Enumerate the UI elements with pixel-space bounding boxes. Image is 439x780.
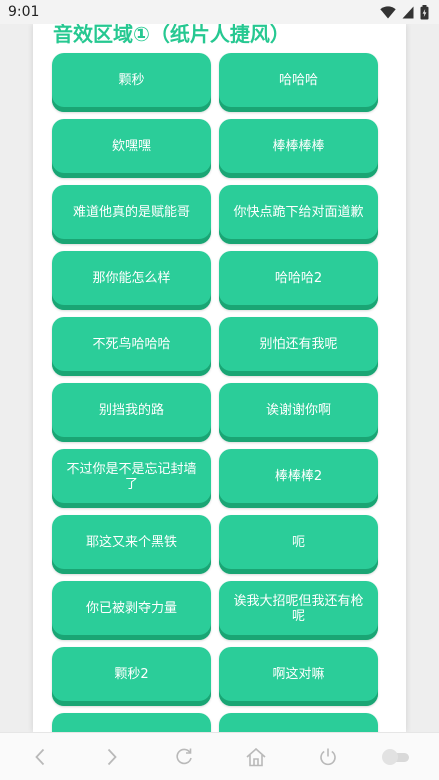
refresh-icon xyxy=(176,748,192,765)
sound-button[interactable]: 颗秒 xyxy=(52,53,211,112)
sound-button[interactable]: 不过你是不是忘记封墙了 xyxy=(52,449,211,508)
sound-button[interactable]: 诶我大招呢但我还有枪呢 xyxy=(219,581,378,640)
sound-button[interactable]: 棒棒棒棒 xyxy=(219,119,378,178)
home-icon xyxy=(246,747,266,767)
sound-button[interactable]: 别挡我的路 xyxy=(52,383,211,442)
sound-button[interactable]: 哈哈哈2 xyxy=(219,251,378,310)
status-bar: 9:01 xyxy=(0,0,439,24)
sound-button[interactable]: 你快点跪下给对面道歉 xyxy=(219,185,378,244)
home-button[interactable] xyxy=(243,745,269,769)
sound-button[interactable]: 不死鸟哈哈哈 xyxy=(52,317,211,376)
forward-button[interactable] xyxy=(99,745,125,769)
browser-nav-bar xyxy=(0,732,439,780)
forward-icon xyxy=(107,748,117,766)
power-icon xyxy=(320,748,336,766)
sound-button[interactable]: 啊这对嘛 xyxy=(219,647,378,706)
sound-button[interactable] xyxy=(52,713,211,732)
sound-button[interactable]: 你已被剥夺力量 xyxy=(52,581,211,640)
sound-button[interactable]: 哈哈哈 xyxy=(219,53,378,112)
sound-button[interactable] xyxy=(219,713,378,732)
sound-button[interactable]: 耶这又来个黑铁 xyxy=(52,515,211,574)
toggle-switch[interactable] xyxy=(380,745,412,769)
sound-button[interactable]: 别怕还有我呢 xyxy=(219,317,378,376)
sound-button[interactable]: 那你能怎么样 xyxy=(52,251,211,310)
status-time: 9:01 xyxy=(8,4,40,20)
status-icons xyxy=(380,4,429,20)
sound-button[interactable]: 呃 xyxy=(219,515,378,574)
signal-icon xyxy=(402,6,414,18)
back-button[interactable] xyxy=(27,745,53,769)
power-button[interactable] xyxy=(315,745,341,769)
section-title: 音效区域①（纸片人捷风） xyxy=(53,24,290,46)
sound-button[interactable]: 难道他真的是赋能哥 xyxy=(52,185,211,244)
sound-button-grid: 颗秒 哈哈哈 欸嘿嘿 棒棒棒棒 难道他真的是赋能哥 你快点跪下给对面道歉 那你能… xyxy=(52,53,379,732)
sound-button[interactable]: 诶谢谢你啊 xyxy=(219,383,378,442)
sound-button[interactable]: 欸嘿嘿 xyxy=(52,119,211,178)
refresh-button[interactable] xyxy=(171,745,197,769)
sound-button[interactable]: 棒棒棒2 xyxy=(219,449,378,508)
wifi-icon xyxy=(380,5,396,18)
sound-board-card: 音效区域①（纸片人捷风） 颗秒 哈哈哈 欸嘿嘿 棒棒棒棒 难道他真的是赋能哥 你… xyxy=(33,24,406,732)
back-icon xyxy=(35,748,45,766)
battery-charging-icon xyxy=(420,4,429,19)
toggle-icon xyxy=(382,749,409,765)
sound-button[interactable]: 颗秒2 xyxy=(52,647,211,706)
